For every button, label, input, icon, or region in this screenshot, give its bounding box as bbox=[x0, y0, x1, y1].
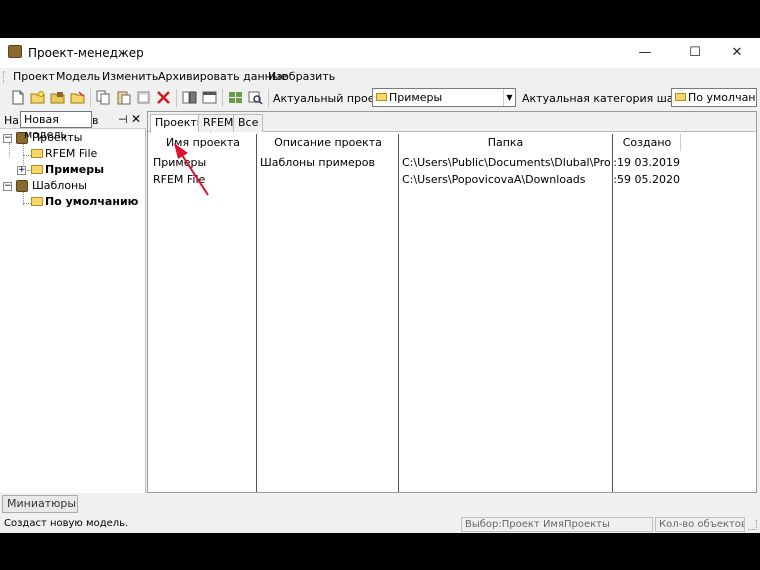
tree-line bbox=[9, 143, 10, 157]
maximize-button[interactable]: ☐ bbox=[672, 38, 718, 68]
table-row-2-created[interactable]: 05.2020 10:59 bbox=[614, 173, 680, 186]
collapse-icon[interactable]: − bbox=[3, 182, 12, 191]
tree-line bbox=[23, 155, 31, 156]
status-selection: Выбор:Проект ИмяПроекты bbox=[461, 517, 653, 532]
menu-bar: Проект Модель Изменить Архивировать данн… bbox=[0, 68, 760, 86]
project-list-panel: Проекты RFEM Все Имя проекта Описание пр… bbox=[147, 111, 757, 493]
table-row-1-created[interactable]: 03.2019 09:19 bbox=[614, 156, 680, 169]
title-bar: Проект-менеджер — ☐ ✕ bbox=[0, 38, 760, 68]
status-object-count: Кол-во объектов: С bbox=[655, 517, 745, 532]
document-tool-icon[interactable] bbox=[135, 89, 152, 106]
tab-strip: Проекты RFEM Все bbox=[148, 112, 756, 133]
paste-icon[interactable] bbox=[115, 89, 132, 106]
tooltip: Новая модель bbox=[20, 111, 92, 141]
chevron-down-icon[interactable]: ▼ bbox=[503, 89, 515, 106]
new-model-icon[interactable] bbox=[9, 89, 26, 106]
folder-icon bbox=[675, 93, 686, 101]
status-message: Создаст новую модель. bbox=[4, 518, 129, 529]
toolbar-separator bbox=[176, 89, 177, 107]
collapse-icon[interactable]: − bbox=[3, 134, 12, 143]
column-separator bbox=[680, 134, 681, 151]
tree-label: Примеры bbox=[45, 163, 105, 176]
menu-view[interactable]: Изобразить bbox=[268, 70, 335, 83]
column-header-created[interactable]: Создано bbox=[613, 134, 681, 151]
toolbar: Актуальный проект: Примеры ▼ Актуальная … bbox=[0, 86, 760, 110]
expand-icon[interactable]: + bbox=[17, 166, 26, 175]
toolbar-separator bbox=[268, 89, 269, 107]
tree-label: Шаблоны bbox=[32, 179, 87, 192]
project-manager-window: Проект-менеджер — ☐ ✕ Проект Модель Изме… bbox=[0, 38, 760, 533]
table-row-1-name[interactable]: Примеры bbox=[153, 156, 253, 169]
menu-edit[interactable]: Изменить bbox=[102, 70, 158, 83]
template-category-combo[interactable]: По умолчанию bbox=[671, 88, 757, 107]
status-bar: Создаст новую модель. Выбор:Проект ИмяПр… bbox=[0, 515, 760, 533]
minimize-button[interactable]: — bbox=[622, 38, 668, 68]
table-row-1-description[interactable]: Шаблоны примеров bbox=[260, 156, 396, 169]
column-header-description[interactable]: Описание проекта bbox=[257, 134, 399, 151]
tree-line bbox=[23, 203, 31, 204]
tab-all[interactable]: Все bbox=[233, 114, 264, 132]
folder-icon bbox=[31, 197, 43, 206]
new-project-icon[interactable] bbox=[29, 89, 46, 106]
delete-icon[interactable] bbox=[155, 89, 172, 106]
menu-model[interactable]: Модель bbox=[56, 70, 100, 83]
copy-icon[interactable] bbox=[95, 89, 112, 106]
close-window-button[interactable]: ✕ bbox=[714, 38, 760, 68]
menubar-grip bbox=[3, 71, 5, 83]
tree-label: RFEM File bbox=[45, 147, 98, 160]
properties-icon[interactable] bbox=[201, 89, 218, 106]
column-header-name[interactable]: Имя проекта bbox=[150, 134, 256, 151]
navigator-panel: Нав в ⊣ ✕ − Проекты RFEM File + Примеры … bbox=[0, 111, 146, 493]
preview-icon[interactable] bbox=[247, 89, 264, 106]
folder-icon bbox=[31, 149, 43, 158]
pin-icon[interactable]: ⊣ bbox=[118, 113, 128, 126]
move-icon[interactable] bbox=[181, 89, 198, 106]
table-row-2-folder[interactable]: C:\Users\PopovicovaA\Downloads bbox=[402, 173, 610, 186]
column-separator bbox=[612, 134, 613, 492]
close-icon[interactable]: ✕ bbox=[131, 112, 141, 126]
open-project-icon[interactable] bbox=[49, 89, 66, 106]
app-icon bbox=[8, 45, 22, 58]
table-row-2-name[interactable]: RFEM File bbox=[153, 173, 253, 186]
resize-grip[interactable] bbox=[748, 520, 757, 530]
toolbar-separator bbox=[222, 89, 223, 107]
column-header-folder[interactable]: Папка bbox=[399, 134, 612, 151]
grid-view-icon[interactable] bbox=[227, 89, 244, 106]
toolbar-separator bbox=[90, 89, 91, 107]
folder-tool-icon[interactable] bbox=[69, 89, 86, 106]
menu-project[interactable]: Проект bbox=[13, 70, 55, 83]
navigator-title-suffix: в bbox=[92, 114, 99, 127]
window-title: Проект-менеджер bbox=[28, 46, 144, 60]
templates-icon bbox=[16, 180, 28, 192]
column-separator bbox=[398, 134, 399, 492]
folder-icon bbox=[31, 165, 43, 174]
template-category-value: По умолчанию bbox=[688, 91, 756, 104]
thumbnails-tab[interactable]: Миниатюры bbox=[2, 495, 78, 513]
folder-icon bbox=[376, 93, 387, 101]
current-project-combo[interactable]: Примеры ▼ bbox=[372, 88, 516, 107]
current-project-value: Примеры bbox=[389, 91, 443, 104]
column-separator bbox=[256, 134, 257, 492]
tree-label: По умолчанию bbox=[45, 195, 139, 208]
table-row-1-folder[interactable]: C:\Users\Public\Documents\Dlubal\Project… bbox=[402, 156, 610, 169]
